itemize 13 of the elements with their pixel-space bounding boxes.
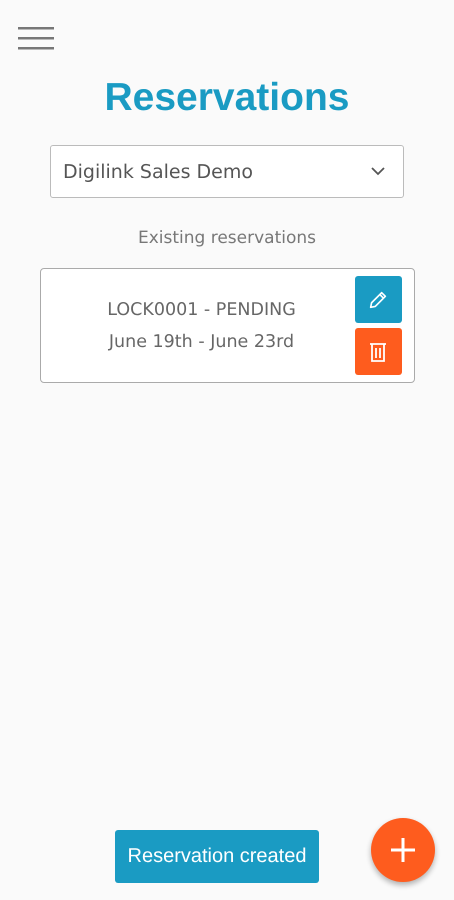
location-select[interactable]: Digilink Sales Demo [50,145,404,198]
trash-icon [368,340,388,362]
plus-icon [390,837,416,863]
delete-button[interactable] [354,328,402,375]
section-label: Existing reservations [138,228,316,248]
edit-button[interactable] [354,276,402,323]
snackbar: Reservation created [114,830,320,883]
menu-icon[interactable] [18,26,54,50]
reservation-title: LOCK0001 - PENDING [107,300,296,320]
chevron-down-icon [371,167,385,176]
reservation-dates: June 19th - June 23rd [108,332,294,352]
page-title: Reservations [104,75,350,121]
add-button[interactable] [371,818,435,882]
